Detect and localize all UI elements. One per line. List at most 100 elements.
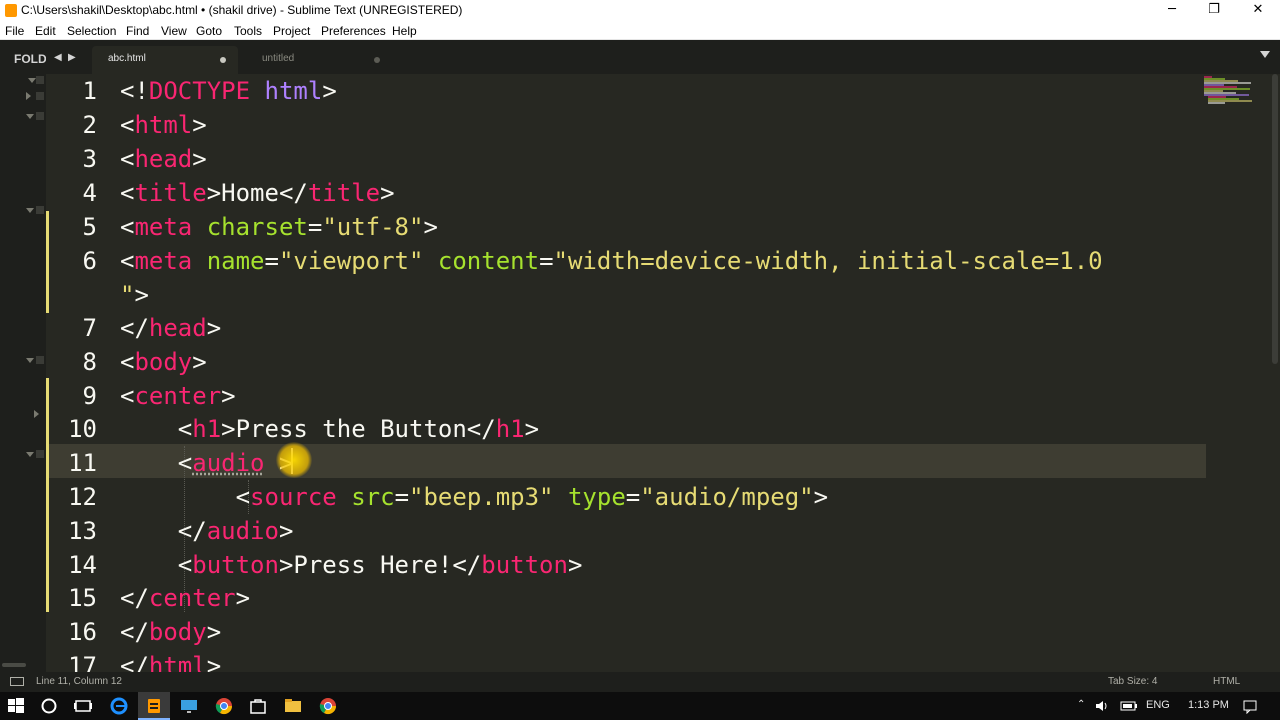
code-token: > bbox=[221, 382, 236, 410]
code-line[interactable]: <body> bbox=[120, 345, 207, 379]
tab-untitled[interactable]: untitled bbox=[246, 46, 392, 74]
line-number: 15 bbox=[68, 584, 97, 612]
tab-list-dropdown-icon[interactable] bbox=[1260, 51, 1270, 58]
code-line[interactable]: <button>Press Here!</button> bbox=[120, 548, 583, 582]
menu-file[interactable]: File bbox=[5, 24, 24, 38]
monitor-app-icon[interactable] bbox=[179, 696, 199, 716]
vertical-scrollbar[interactable] bbox=[1268, 74, 1280, 672]
line-number: 4 bbox=[82, 179, 97, 207]
line-number: 12 bbox=[68, 483, 97, 511]
taskbar-active-app[interactable] bbox=[138, 692, 170, 720]
windows-start-icon[interactable] bbox=[6, 696, 26, 716]
menu-project[interactable]: Project bbox=[273, 24, 310, 38]
menu-tools[interactable]: Tools bbox=[234, 24, 262, 38]
menu-goto[interactable]: Goto bbox=[196, 24, 222, 38]
edge-browser-icon[interactable] bbox=[109, 696, 129, 716]
minimap[interactable] bbox=[1204, 76, 1264, 108]
code-token: "width=device-width, initial-scale=1.0 bbox=[553, 247, 1103, 275]
folder-expand-icon[interactable] bbox=[28, 78, 36, 83]
line-number-gutter: 1 2 3 4 5 6 7 8 9 10 11 12 13 14 15 16 1… bbox=[46, 74, 110, 672]
menu-help[interactable]: Help bbox=[392, 24, 417, 38]
volume-icon[interactable] bbox=[1094, 698, 1110, 714]
code-line[interactable]: <title>Home</title> bbox=[120, 176, 395, 210]
code-line[interactable]: <meta charset="utf-8"> bbox=[120, 210, 438, 244]
code-token: source bbox=[250, 483, 337, 511]
folder-expand-icon[interactable] bbox=[26, 452, 34, 457]
tab-prev-icon[interactable]: ◀ bbox=[54, 52, 62, 63]
line-number: 11 bbox=[68, 449, 97, 477]
menu-selection[interactable]: Selection bbox=[67, 24, 116, 38]
scroll-thumb[interactable] bbox=[1272, 74, 1278, 364]
menu-edit[interactable]: Edit bbox=[35, 24, 56, 38]
code-line[interactable]: <html> bbox=[120, 108, 207, 142]
sidebar-scrollbar[interactable] bbox=[0, 660, 46, 670]
code-token: > bbox=[380, 179, 395, 207]
task-view-icon[interactable] bbox=[73, 696, 93, 716]
code-line[interactable]: </head> bbox=[120, 311, 221, 345]
line-number: 13 bbox=[68, 517, 97, 545]
menu-find[interactable]: Find bbox=[126, 24, 149, 38]
chrome-icon[interactable] bbox=[214, 696, 234, 716]
code-token: DOCTYPE bbox=[148, 77, 251, 105]
code-token: </ bbox=[120, 652, 149, 672]
code-line[interactable]: <source src="beep.mp3" type="audio/mpeg"… bbox=[120, 480, 828, 514]
code-line[interactable]: <head> bbox=[120, 142, 207, 176]
folder-icon bbox=[36, 450, 44, 458]
folder-expand-icon[interactable] bbox=[26, 358, 34, 363]
code-token: = bbox=[307, 213, 323, 241]
code-token: < bbox=[120, 551, 193, 579]
code-token: src bbox=[351, 483, 395, 511]
minimize-button[interactable]: ─ bbox=[1150, 0, 1194, 22]
code-line[interactable]: "> bbox=[120, 278, 149, 312]
folder-expand-icon[interactable] bbox=[26, 208, 34, 213]
code-token: h1 bbox=[495, 415, 525, 443]
tab-abc-html[interactable]: abc.html bbox=[92, 46, 238, 74]
code-token: > bbox=[192, 111, 207, 139]
code-token: html bbox=[134, 111, 193, 139]
code-line[interactable]: </center> bbox=[120, 581, 250, 615]
code-line[interactable]: <h1>Press the Button</h1> bbox=[120, 412, 539, 446]
code-token: > bbox=[206, 314, 222, 342]
code-line[interactable]: <audio > bbox=[120, 446, 294, 480]
code-line[interactable]: </html> bbox=[120, 649, 221, 672]
tab-next-icon[interactable]: ▶ bbox=[68, 52, 76, 63]
store-icon[interactable] bbox=[248, 696, 268, 716]
menu-view[interactable]: View bbox=[161, 24, 187, 38]
tab-size-selector[interactable]: Tab Size: 4 bbox=[1108, 676, 1157, 687]
search-icon[interactable] bbox=[39, 696, 59, 716]
syntax-selector[interactable]: HTML bbox=[1213, 676, 1240, 687]
tray-expand-icon[interactable]: ⌃ bbox=[1077, 699, 1085, 710]
battery-icon[interactable] bbox=[1120, 698, 1138, 714]
code-line[interactable]: </audio> bbox=[120, 514, 294, 548]
code-token: > bbox=[278, 517, 294, 545]
sidebar-scroll-thumb[interactable] bbox=[2, 663, 26, 667]
folder-collapse-icon[interactable] bbox=[26, 92, 31, 100]
code-line[interactable]: <center> bbox=[120, 379, 236, 413]
code-token: "beep.mp3" bbox=[409, 483, 554, 511]
unsaved-dot-icon[interactable] bbox=[220, 57, 226, 63]
clock[interactable]: 1:13 PM bbox=[1188, 699, 1229, 711]
unsaved-dot-icon[interactable] bbox=[374, 57, 380, 63]
code-editor[interactable]: 1 2 3 4 5 6 7 8 9 10 11 12 13 14 15 16 1… bbox=[46, 74, 1280, 672]
folder-expand-icon[interactable] bbox=[26, 114, 34, 119]
folder-collapse-icon[interactable] bbox=[34, 410, 39, 418]
menu-preferences[interactable]: Preferences bbox=[321, 24, 386, 38]
panel-toggle-icon[interactable] bbox=[10, 677, 24, 686]
restore-button[interactable]: ❐ bbox=[1192, 0, 1236, 22]
close-button[interactable]: ✕ bbox=[1236, 0, 1280, 22]
tab-bar: ◀ ▶ abc.html untitled bbox=[46, 40, 1280, 74]
code-line[interactable]: <meta name="viewport" content="width=dev… bbox=[120, 244, 1103, 278]
input-language[interactable]: ENG bbox=[1146, 699, 1170, 711]
chrome-icon[interactable] bbox=[318, 696, 338, 716]
code-token: h1 bbox=[192, 415, 222, 443]
code-token: center bbox=[148, 584, 236, 612]
code-line[interactable]: </body> bbox=[120, 615, 221, 649]
file-explorer-icon[interactable] bbox=[283, 696, 303, 716]
code-token: </ bbox=[120, 618, 149, 646]
code-token: charset bbox=[206, 213, 308, 241]
code-token: "viewport" bbox=[278, 247, 424, 275]
code-line[interactable]: <!DOCTYPE html> bbox=[120, 74, 337, 108]
notifications-icon[interactable] bbox=[1242, 698, 1258, 714]
sidebar: FOLD bbox=[0, 40, 46, 672]
